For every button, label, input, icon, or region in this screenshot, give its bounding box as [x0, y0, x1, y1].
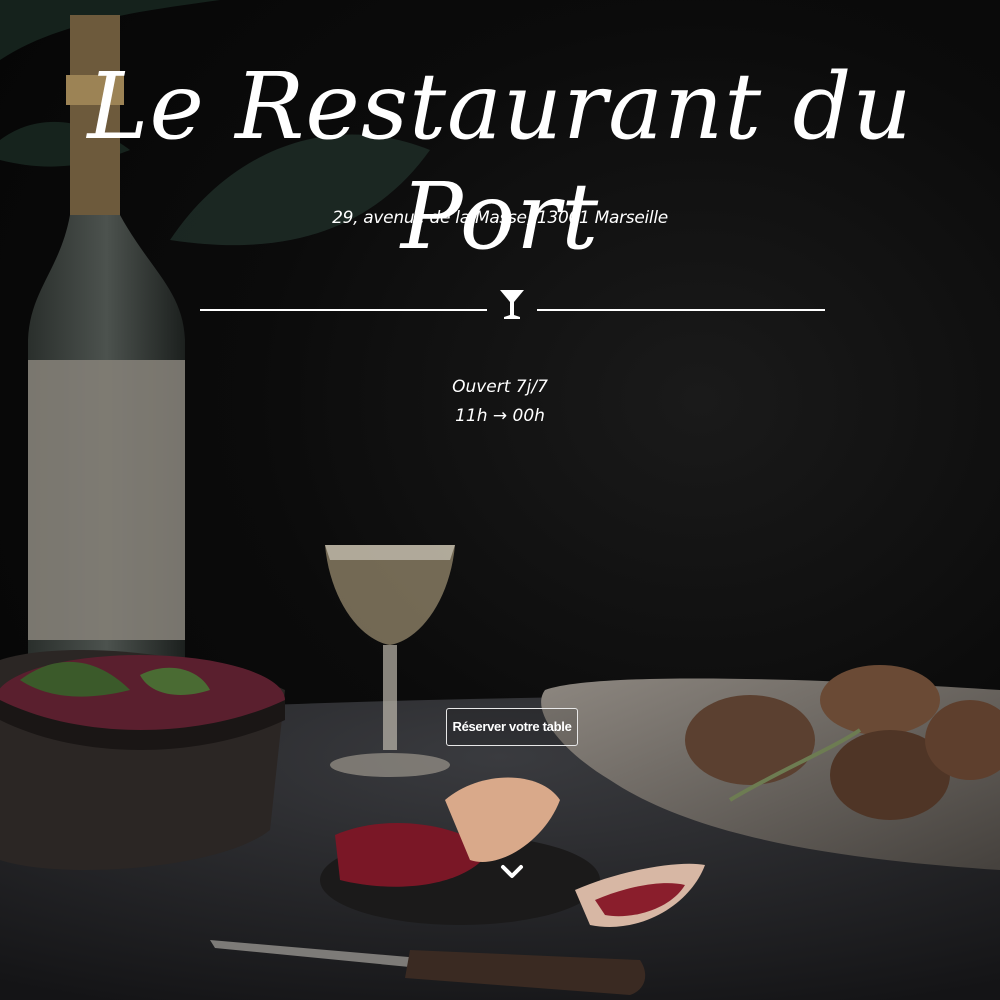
divider-line-right	[537, 309, 825, 311]
opening-days: Ouvert 7j/7	[452, 377, 548, 397]
reserve-table-button[interactable]: Réserver votre table	[446, 708, 578, 746]
restaurant-name: Le Restaurant du Port	[87, 53, 913, 270]
opening-hours: Ouvert 7j/7 11h → 00h	[0, 373, 1000, 431]
ornamental-divider	[200, 287, 825, 321]
hero-section: Le Restaurant du Port 29, avenue de la M…	[0, 0, 1000, 1000]
restaurant-address: 29, avenue de la Masse, 13001 Marseille	[332, 208, 668, 228]
divider-line-left	[200, 309, 487, 311]
chevron-down-icon[interactable]	[498, 858, 526, 886]
cocktail-glass-icon	[500, 290, 524, 319]
opening-times: 11h → 00h	[455, 406, 545, 426]
